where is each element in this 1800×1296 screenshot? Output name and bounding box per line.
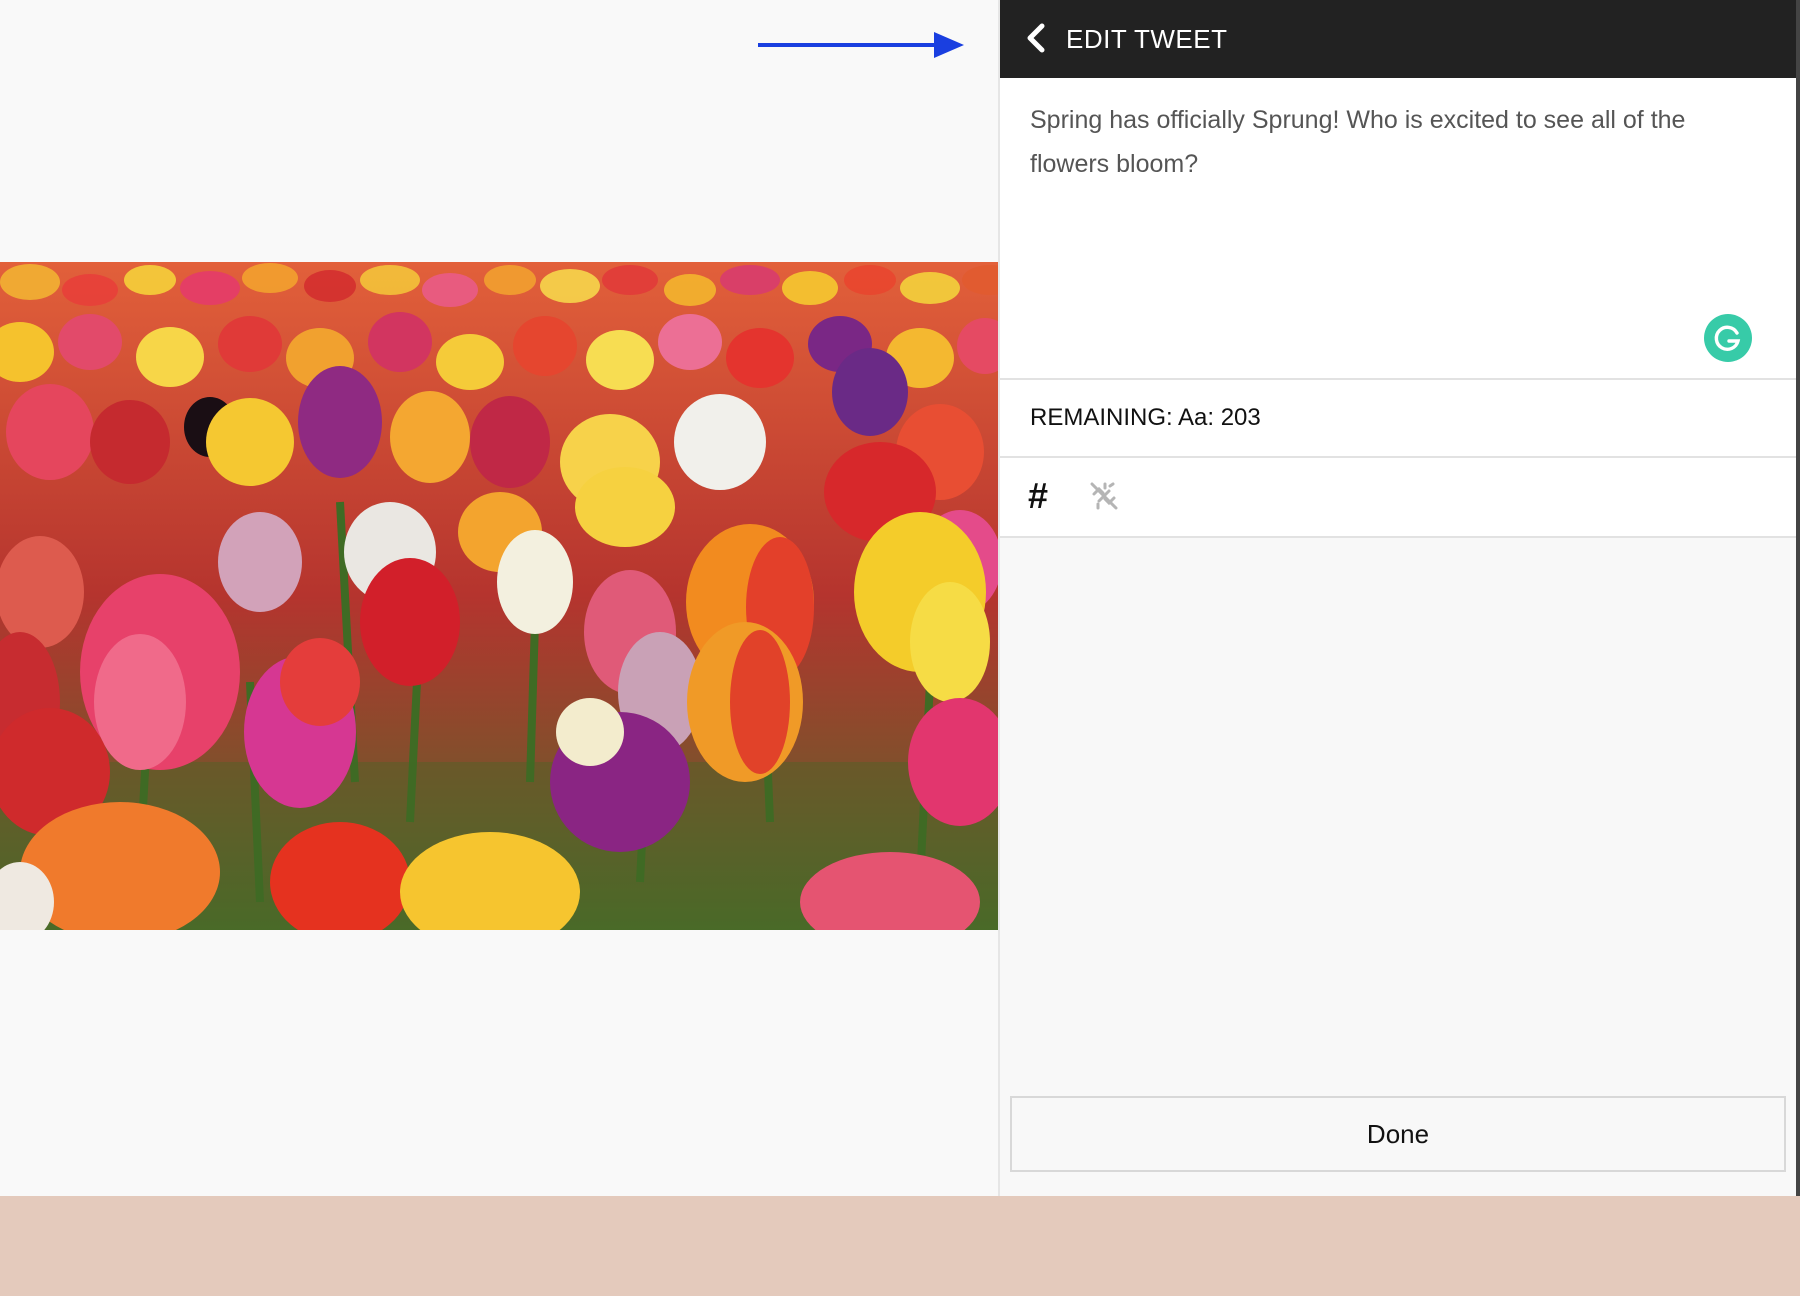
bottom-band	[0, 1196, 1800, 1296]
back-button[interactable]	[1016, 18, 1056, 58]
chevron-left-icon	[1027, 23, 1045, 53]
grammarly-icon[interactable]	[1704, 314, 1752, 362]
tools-row: #	[1000, 458, 1796, 536]
edit-tweet-panel: EDIT TWEET Spring has officially Sprung!…	[1000, 0, 1796, 1196]
divider	[1000, 536, 1796, 538]
arrow-right-icon	[758, 32, 964, 58]
window-edge	[1796, 0, 1800, 1196]
unlink-icon[interactable]	[1088, 480, 1120, 512]
done-button[interactable]: Done	[1010, 1096, 1786, 1172]
tulip-photo	[0, 262, 998, 930]
hashtag-button[interactable]: #	[1028, 476, 1048, 516]
tweet-text[interactable]: Spring has officially Sprung! Who is exc…	[1030, 98, 1750, 186]
panel-title: EDIT TWEET	[1066, 24, 1228, 54]
panel-header: EDIT TWEET	[1000, 0, 1796, 78]
tweet-textarea[interactable]: Spring has officially Sprung! Who is exc…	[1000, 78, 1796, 378]
remaining-row: REMAINING: Aa: 203	[1000, 380, 1796, 456]
remaining-count: REMAINING: Aa: 203	[1030, 404, 1261, 431]
preview-pane	[0, 0, 998, 1196]
